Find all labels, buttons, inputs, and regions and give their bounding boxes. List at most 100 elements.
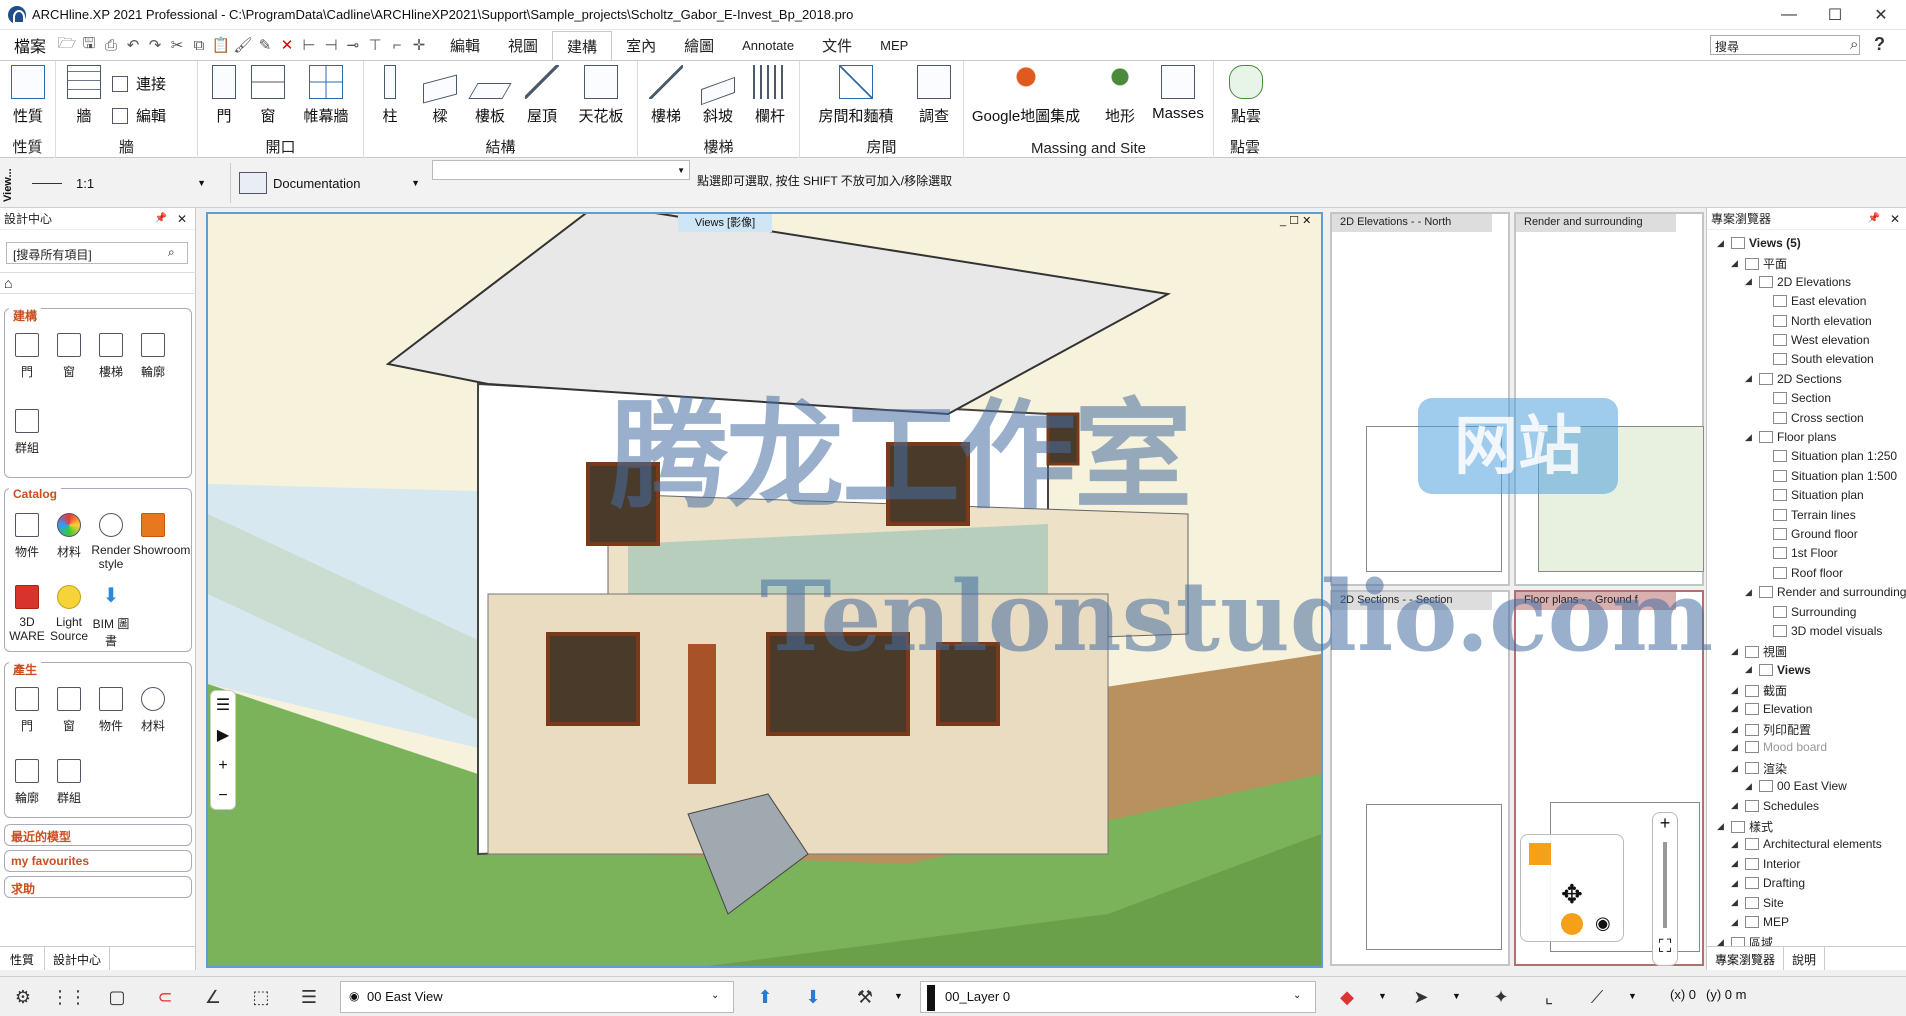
navigation-widget[interactable]: ✥ ◉	[1520, 834, 1624, 942]
dc-window[interactable]: 窗	[49, 333, 89, 380]
tree-toggle-icon[interactable]: ◢	[1717, 821, 1727, 832]
ramp-button[interactable]: 斜坡	[696, 65, 740, 126]
dc-new-object[interactable]: 物件	[91, 687, 131, 734]
search-icon[interactable]: ⌕	[1850, 36, 1858, 53]
list-icon[interactable]: ☰	[211, 691, 235, 721]
tree-node[interactable]: Situation plan	[1759, 488, 1864, 502]
pin-icon[interactable]: 📌	[1867, 213, 1879, 224]
tree-toggle-icon[interactable]: ◢	[1731, 800, 1741, 811]
ceiling-button[interactable]: 天花板	[576, 65, 626, 126]
scale-dropdown[interactable]: 1:1 ▼	[24, 163, 214, 203]
tab-documents[interactable]: 文件	[808, 30, 866, 60]
hammer-3d-icon[interactable]: ⚒	[848, 981, 882, 1013]
dc-stair[interactable]: 樓梯	[91, 333, 131, 380]
tree-node[interactable]: ◢ Floor plans	[1745, 430, 1836, 444]
tree-node[interactable]: ◢ Drafting	[1731, 876, 1805, 890]
grid-icon[interactable]: ⋮⋮	[51, 981, 87, 1013]
tree-node[interactable]: ◢ Interior	[1731, 857, 1800, 871]
tree-node[interactable]: ◢ 截面	[1731, 682, 1787, 699]
angle-icon[interactable]: ∠	[196, 981, 230, 1013]
tree-node[interactable]: Situation plan 1:500	[1759, 469, 1897, 483]
home-icon[interactable]: ⌂	[4, 275, 12, 291]
tab-annotate[interactable]: Annotate	[728, 30, 808, 60]
dc-showroom[interactable]: Showroom	[133, 513, 190, 557]
dc-new-profile[interactable]: 輪廓	[7, 759, 47, 806]
tree-toggle-icon[interactable]: ◢	[1731, 763, 1741, 774]
connect-button[interactable]: 連接	[112, 73, 166, 94]
stair-button[interactable]: 樓梯	[644, 65, 688, 126]
redo-icon[interactable]: ↷	[144, 34, 166, 56]
my-favourites[interactable]: my favourites	[4, 850, 192, 872]
layer-selector[interactable]: 00_Layer 0 ⌄	[920, 981, 1316, 1013]
sun-icon[interactable]	[1561, 913, 1583, 935]
maximize-button[interactable]: ☐	[1812, 0, 1858, 30]
tree-node[interactable]: ◢ Views (5)	[1717, 236, 1801, 250]
tree-node[interactable]: ◢ 00 East View	[1745, 779, 1847, 793]
tree-toggle-icon[interactable]: ◢	[1731, 742, 1741, 753]
tab-view[interactable]: 視圖	[494, 30, 552, 60]
dc-new-group[interactable]: 群組	[49, 759, 89, 806]
tree-node[interactable]: Roof floor	[1759, 566, 1843, 580]
wall-button[interactable]: 牆	[62, 65, 106, 126]
tree-toggle-icon[interactable]: ◢	[1745, 664, 1755, 675]
tree-node[interactable]: East elevation	[1759, 294, 1866, 308]
google-maps-button[interactable]: Google地圖集成	[972, 65, 1080, 126]
ruler-icon[interactable]: ⌞	[1532, 981, 1566, 1013]
tab-properties[interactable]: 性質	[0, 947, 46, 970]
dc-light-source[interactable]: Light Source	[49, 585, 89, 643]
cube-icon[interactable]	[1529, 843, 1551, 865]
tree-node[interactable]: ◢ 渲染	[1731, 760, 1787, 777]
viewport-window-controls[interactable]: _ ☐ ✕	[1280, 214, 1311, 227]
dc-new-material[interactable]: 材料	[133, 687, 173, 734]
trim-icon[interactable]: ⊣	[320, 34, 342, 56]
point-cloud-button[interactable]: 點雲	[1224, 65, 1268, 126]
eyedropper-icon[interactable]: ✎	[254, 34, 276, 56]
play-icon[interactable]: ▶	[211, 721, 235, 751]
dc-group[interactable]: 群組	[7, 409, 47, 456]
curtain-wall-button[interactable]: 帷幕牆	[298, 65, 354, 126]
dc-new-door[interactable]: 門	[7, 687, 47, 734]
save-icon[interactable]: 🖫	[78, 34, 100, 56]
railing-button[interactable]: 欄杆	[748, 65, 792, 126]
copy-icon[interactable]: ⧉	[188, 34, 210, 56]
arrow-down-icon[interactable]: ⬇	[796, 981, 830, 1013]
tree-node[interactable]: ◢ 2D Elevations	[1745, 275, 1851, 289]
zoom-slider[interactable]: + ⛶	[1652, 812, 1678, 966]
tab-edit[interactable]: 編輯	[436, 30, 494, 60]
dc-objects[interactable]: 物件	[7, 513, 47, 560]
tree-toggle-icon[interactable]: ◢	[1745, 781, 1755, 792]
cut-icon[interactable]: ✂	[166, 34, 188, 56]
door-button[interactable]: 門	[202, 65, 246, 126]
dc-new-window[interactable]: 窗	[49, 687, 89, 734]
terrain-button[interactable]: 地形	[1098, 65, 1142, 126]
tree-toggle-icon[interactable]: ◢	[1731, 917, 1741, 928]
tree-node[interactable]: ◢ 平面	[1731, 255, 1787, 272]
orbit-icon[interactable]: ✥	[1561, 879, 1583, 910]
list-icon[interactable]: ☰	[292, 981, 326, 1013]
dc-bim-library[interactable]: ⬇ BIM 圖書	[91, 585, 131, 649]
snap-magnet-icon[interactable]: ⊂	[148, 981, 182, 1013]
tree-node[interactable]: South elevation	[1759, 352, 1874, 366]
survey-button[interactable]: 調查	[912, 65, 956, 126]
extend-icon[interactable]: ⊸	[342, 34, 364, 56]
tree-node[interactable]: North elevation	[1759, 314, 1872, 328]
arrow-up-icon[interactable]: ⬆	[748, 981, 782, 1013]
tree-node[interactable]: ◢ Architectural elements	[1731, 837, 1882, 851]
recent-models[interactable]: 最近的模型	[4, 824, 192, 846]
tree-toggle-icon[interactable]: ◢	[1745, 276, 1755, 287]
tree-toggle-icon[interactable]: ◢	[1717, 238, 1727, 249]
dimension-icon[interactable]: ⊢	[298, 34, 320, 56]
tree-node[interactable]: ◢ Render and surrounding	[1745, 585, 1906, 599]
move-icon[interactable]: ✛	[408, 34, 430, 56]
tree-node[interactable]: 1st Floor	[1759, 546, 1838, 560]
tree-toggle-icon[interactable]: ◢	[1731, 646, 1741, 657]
close-icon[interactable]: ✕	[177, 212, 187, 226]
tree-node[interactable]: ◢ Views	[1745, 663, 1811, 677]
print-icon[interactable]: ⎙	[100, 34, 122, 56]
tree-node[interactable]: Ground floor	[1759, 527, 1858, 541]
tree-toggle-icon[interactable]: ◢	[1745, 432, 1755, 443]
chevron-down-icon[interactable]: ▼	[1452, 991, 1461, 1001]
style-dropdown[interactable]: Documentation ▼	[230, 163, 428, 203]
split-icon[interactable]: ⊤	[364, 34, 386, 56]
tab-help[interactable]: 說明	[1784, 947, 1826, 970]
